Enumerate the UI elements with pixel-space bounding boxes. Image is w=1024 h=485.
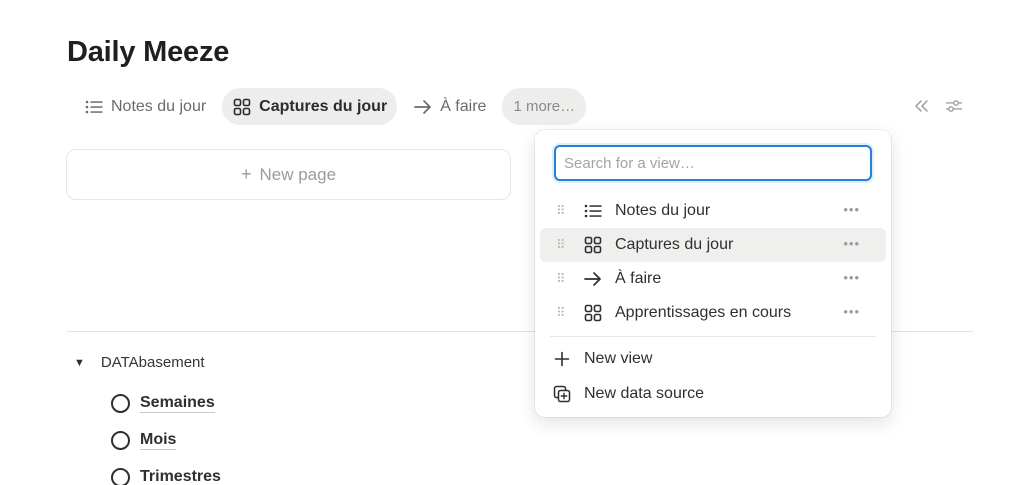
page-title: Daily Meeze [67, 36, 230, 68]
tab-label: Captures du jour [259, 97, 388, 115]
list-item-label: Mois [140, 431, 177, 450]
gallery-icon [582, 302, 604, 324]
tab-a-faire[interactable]: À faire [403, 88, 496, 125]
add-data-source-icon [552, 384, 572, 404]
new-view-label: New view [584, 350, 653, 367]
tab-label: Notes du jour [111, 97, 207, 115]
drag-handle-icon[interactable]: ⠿ [556, 237, 570, 253]
tab-notes-du-jour[interactable]: Notes du jour [74, 88, 216, 125]
views-list: ⠿ Notes du jour ••• ⠿ Captures du jour •… [540, 194, 886, 330]
database-toggle[interactable]: ▼ DATAbasement [74, 354, 205, 371]
database-list: Semaines Mois Trimestres [111, 385, 221, 485]
view-search-input[interactable] [554, 145, 872, 181]
new-view-button[interactable]: New view [552, 349, 652, 369]
collapse-icon[interactable] [910, 94, 934, 118]
view-toolbar [910, 94, 974, 118]
drag-handle-icon[interactable]: ⠿ [556, 271, 570, 287]
more-options-icon[interactable]: ••• [843, 236, 860, 251]
dropdown-divider [550, 336, 876, 337]
view-item-label: Apprentissages en cours [615, 304, 792, 321]
arrow-right-icon [413, 97, 433, 117]
tab-label: À faire [440, 97, 487, 115]
more-options-icon[interactable]: ••• [843, 202, 860, 217]
more-options-icon[interactable]: ••• [843, 304, 860, 319]
gallery-icon [582, 234, 604, 256]
more-options-icon[interactable]: ••• [843, 270, 860, 285]
database-toggle-label: DATAbasement [100, 354, 205, 371]
circle-icon [111, 468, 130, 485]
drag-handle-icon[interactable]: ⠿ [556, 305, 570, 321]
gallery-icon [232, 97, 252, 117]
view-item-label: Notes du jour [615, 202, 711, 219]
views-dropdown: ⠿ Notes du jour ••• ⠿ Captures du jour •… [535, 130, 891, 417]
list-item[interactable]: Trimestres [111, 459, 221, 485]
drag-handle-icon[interactable]: ⠿ [556, 203, 570, 219]
triangle-down-icon: ▼ [74, 356, 85, 369]
list-item[interactable]: Semaines [111, 385, 221, 422]
view-item-notes-du-jour[interactable]: ⠿ Notes du jour ••• [540, 194, 886, 228]
view-item-label: Captures du jour [615, 236, 734, 253]
new-data-source-button[interactable]: New data source [552, 384, 704, 404]
list-icon [582, 200, 604, 222]
list-item-label: Trimestres [140, 468, 221, 485]
arrow-right-icon [582, 268, 604, 290]
view-tabs: Notes du jour Captures du jour À faire 1… [74, 88, 587, 125]
more-views-button[interactable]: 1 more… [502, 88, 587, 125]
tab-captures-du-jour[interactable]: Captures du jour [222, 88, 398, 125]
view-item-label: À faire [615, 270, 662, 287]
new-page-button[interactable]: + New page [66, 149, 511, 200]
list-item-label: Semaines [140, 394, 215, 413]
circle-icon [111, 431, 130, 450]
view-item-captures-du-jour[interactable]: ⠿ Captures du jour ••• [540, 228, 886, 262]
list-item[interactable]: Mois [111, 422, 221, 459]
settings-sliders-icon[interactable] [942, 94, 966, 118]
new-data-source-label: New data source [584, 385, 705, 402]
circle-icon [111, 394, 130, 413]
plus-icon: + [240, 164, 252, 184]
view-item-a-faire[interactable]: ⠿ À faire ••• [540, 262, 886, 296]
plus-icon [552, 349, 572, 369]
list-icon [84, 97, 104, 117]
new-page-label: New page [259, 164, 337, 184]
view-item-apprentissages[interactable]: ⠿ Apprentissages en cours ••• [540, 296, 886, 330]
